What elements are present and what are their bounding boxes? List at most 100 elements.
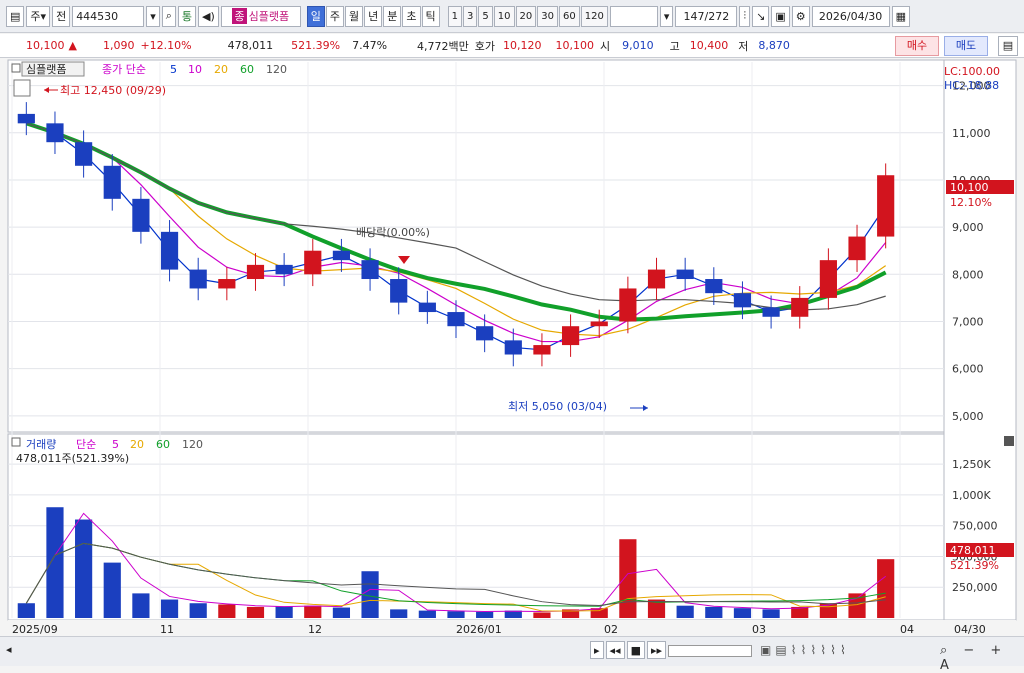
- candle-body: [218, 279, 236, 289]
- sell-button[interactable]: 매도: [944, 36, 988, 56]
- chart-svg[interactable]: 12,00011,00010,0009,0008,0007,0006,0005,…: [0, 58, 1024, 636]
- chart-toolbar: ▤ 주 ▾ 전 444530 ▾ ⌕ 통 ◀) 종 심플랫폼 일주월년분초틱 135…: [0, 0, 1024, 33]
- order-icon[interactable]: ▤: [998, 36, 1018, 56]
- period-tab-4[interactable]: 분: [383, 5, 402, 27]
- market-label: 주: [30, 10, 41, 23]
- price-tick-label: 6,000: [952, 363, 984, 376]
- volume-bar: [533, 612, 551, 618]
- volume-bar: [304, 605, 322, 618]
- last-pct-label: 12.10%: [950, 196, 992, 209]
- x-tick-label: 04: [900, 623, 914, 636]
- candle-body: [332, 250, 351, 261]
- change-pct: +12.10%: [140, 39, 192, 52]
- candle-body: [705, 279, 723, 294]
- volume-bar: [619, 539, 637, 618]
- price-tick-label: 8,000: [952, 268, 984, 281]
- candle-body: [246, 264, 265, 280]
- price-tick-label: 11,000: [952, 127, 991, 140]
- period-tab-5[interactable]: 초: [402, 5, 421, 27]
- minute-tab-20[interactable]: 20: [515, 5, 537, 27]
- interval-input[interactable]: [609, 5, 658, 27]
- drawing-tools-icon[interactable]: ▣▤⌇⌇⌇⌇⌇⌇: [760, 643, 850, 657]
- volume-bar: [75, 519, 93, 618]
- candle-body: [504, 340, 522, 355]
- interval-dropdown[interactable]: ▾: [659, 5, 674, 27]
- code-dropdown-button[interactable]: ▾: [146, 5, 160, 27]
- code-input[interactable]: 444530: [72, 5, 145, 27]
- volume-ma-legend-60: 60: [156, 438, 170, 451]
- change-arrow: ▲: [68, 39, 77, 52]
- stop-icon[interactable]: ■: [626, 641, 645, 659]
- table-view-icon[interactable]: [13, 79, 31, 97]
- volume-bar: [189, 603, 207, 618]
- stock-name-field[interactable]: 종 심플랫폼: [220, 5, 301, 27]
- candle-type-icon[interactable]: ⫶: [739, 5, 751, 27]
- count-total: 272: [708, 9, 730, 23]
- date-field[interactable]: 2026/04/30: [811, 5, 890, 27]
- minute-tab-30[interactable]: 30: [537, 5, 558, 27]
- x-tick-label: 2025/09: [12, 623, 58, 636]
- volume-tick-label: 250,000: [952, 581, 998, 594]
- volume-panel-close-icon[interactable]: [1004, 436, 1014, 446]
- rewind-icon[interactable]: ◂◂: [605, 641, 625, 659]
- fast-forward-icon[interactable]: ▸▸: [646, 641, 667, 659]
- zoom-tools-icon[interactable]: ⌕ − + A: [940, 643, 1024, 673]
- period-tabs: 일주월년분초틱: [306, 5, 440, 27]
- minute-tab-5[interactable]: 5: [478, 5, 493, 27]
- calendar-icon[interactable]: ▦: [891, 5, 910, 27]
- group-button[interactable]: 통: [177, 5, 197, 27]
- sound-icon[interactable]: ◀): [198, 5, 219, 27]
- volume-bar: [390, 609, 408, 618]
- volume-bar: [132, 593, 150, 618]
- high-price: 10,400: [689, 39, 729, 52]
- play-icon[interactable]: ▸: [590, 641, 604, 659]
- period-tab-2[interactable]: 월: [345, 5, 364, 27]
- scroll-left-icon[interactable]: ◂: [6, 643, 16, 659]
- candle-body: [676, 269, 694, 280]
- save-icon[interactable]: ▣: [771, 5, 790, 27]
- volume-bar: [160, 599, 179, 618]
- candle-body: [877, 175, 895, 237]
- settings-gear-icon[interactable]: ⚙: [791, 5, 810, 27]
- x-axis-right-label: 04/30: [954, 623, 986, 636]
- period-tab-6[interactable]: 틱: [421, 5, 440, 27]
- minute-tab-60[interactable]: 60: [558, 5, 580, 27]
- market-select[interactable]: 주 ▾: [26, 5, 51, 27]
- layout-icon[interactable]: ▤: [6, 5, 25, 27]
- indicator-icon[interactable]: ↘: [752, 5, 770, 27]
- playback-controls: ▸ ◂◂ ■ ▸▸: [590, 641, 667, 659]
- volume-panel: [7, 433, 945, 621]
- volume-bar: [418, 610, 436, 618]
- volume-bar: [762, 609, 780, 618]
- minute-tab-120[interactable]: 120: [580, 5, 608, 27]
- volume-bar: [17, 603, 35, 618]
- volume-bar: [447, 611, 465, 618]
- search-icon[interactable]: ⌕: [161, 5, 176, 27]
- last-price-label: 10,100: [950, 181, 989, 194]
- minute-tab-10[interactable]: 10: [493, 5, 515, 27]
- zoom-slider[interactable]: [668, 645, 752, 657]
- period-tab-0[interactable]: 일: [306, 5, 325, 27]
- volume-ma-legend-20: 20: [130, 438, 144, 451]
- volume-bar: [103, 562, 121, 618]
- minute-tab-3[interactable]: 3: [463, 5, 478, 27]
- minute-tab-1[interactable]: 1: [447, 5, 463, 27]
- ma-legend-5: 5: [170, 63, 177, 76]
- type-select[interactable]: 전: [52, 5, 71, 27]
- volume-tick-label: 1,000K: [952, 489, 991, 502]
- ma-legend-20: 20: [214, 63, 228, 76]
- lc-label: LC:100.00: [944, 65, 1000, 78]
- volume-bar: [275, 606, 293, 618]
- candle-body: [75, 142, 93, 166]
- count-field[interactable]: 147/272: [675, 5, 738, 27]
- candle-body: [132, 198, 150, 232]
- buy-button[interactable]: 매수: [895, 36, 939, 56]
- candle-body: [46, 123, 64, 143]
- period-tab-3[interactable]: 년: [364, 5, 383, 27]
- volume-ma-legend-120: 120: [182, 438, 203, 451]
- legend-stock-name: 심플랫폼: [26, 63, 66, 76]
- period-tab-1[interactable]: 주: [325, 5, 345, 27]
- candle-body: [275, 264, 293, 275]
- minute-tabs: 1 3 5 10 20 30 60 120: [447, 5, 608, 27]
- volume-pct: 521.39%: [291, 39, 341, 52]
